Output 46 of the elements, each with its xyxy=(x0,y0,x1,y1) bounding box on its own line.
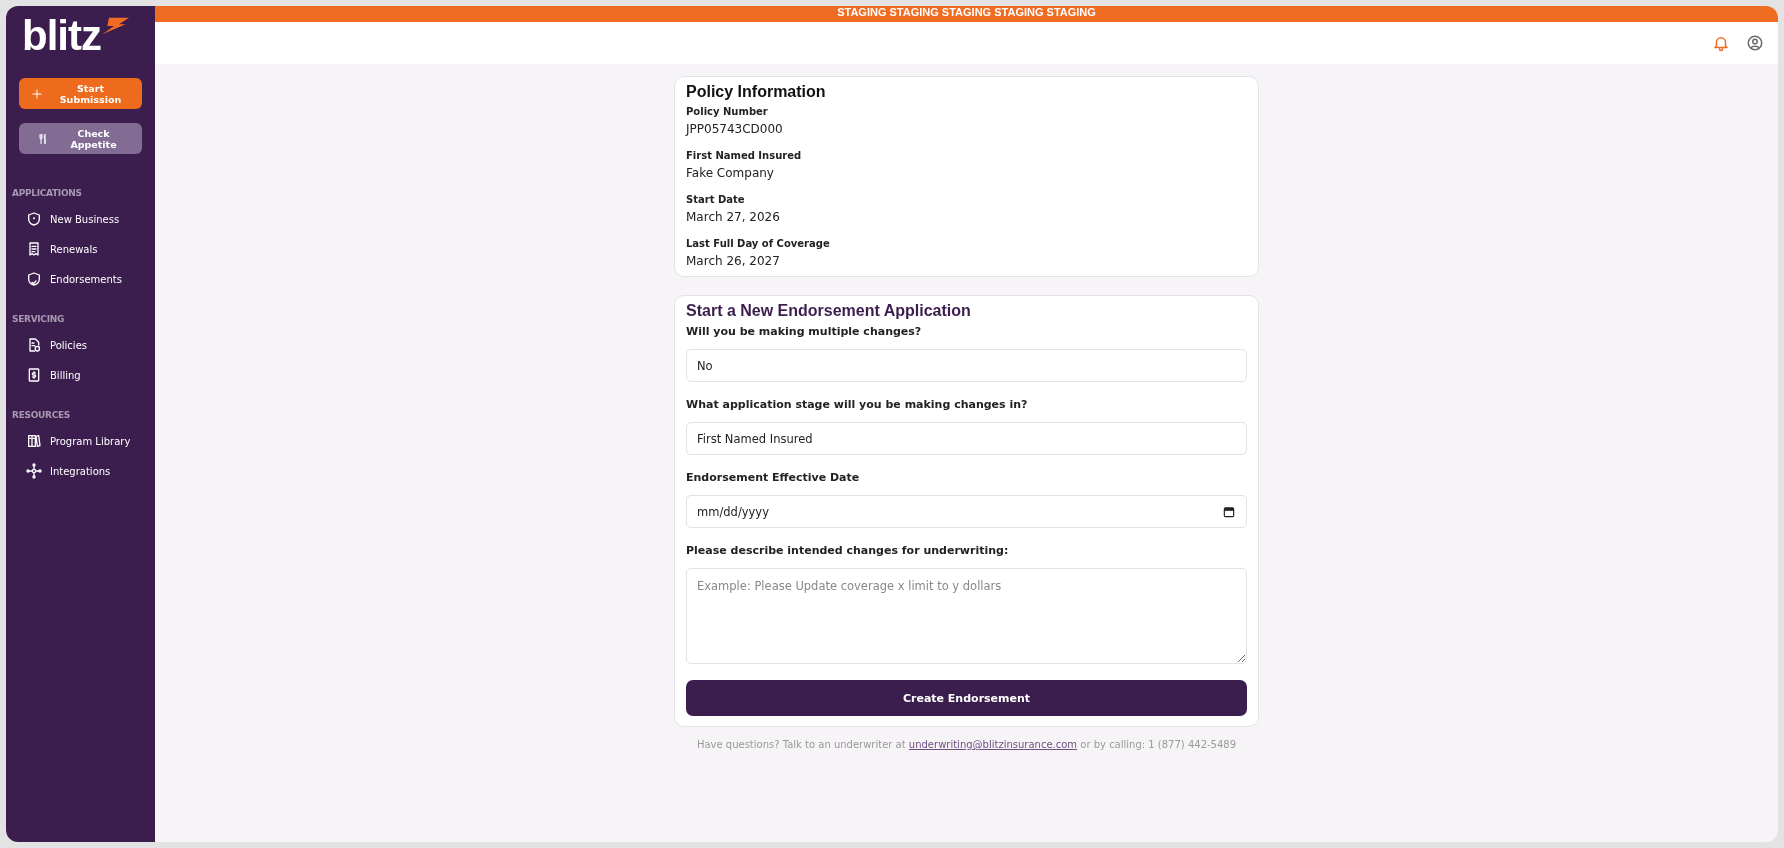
nav-item[interactable]: Endorsements xyxy=(6,264,155,294)
calendar-icon xyxy=(1222,504,1236,519)
nav-item[interactable]: Policies xyxy=(6,330,155,360)
books-icon xyxy=(26,433,42,449)
card-title: Start a New Endorsement Application xyxy=(686,302,972,320)
bell-icon xyxy=(1712,34,1730,52)
user-circle-icon xyxy=(1746,34,1764,52)
card-title: Policy Information xyxy=(686,83,827,101)
nav-item[interactable]: Billing xyxy=(6,360,155,390)
nav-item[interactable]: Program Library xyxy=(6,426,155,456)
document-icon xyxy=(26,337,42,353)
select-field[interactable]: No xyxy=(686,349,1247,382)
field-value: Fake Company xyxy=(686,166,775,180)
select-field[interactable]: First Named Insured xyxy=(686,422,1247,455)
receipt-icon xyxy=(26,241,42,257)
field-label: Start Date xyxy=(686,194,746,205)
shield-icon xyxy=(26,211,42,227)
nav-item[interactable]: Integrations xyxy=(6,456,155,486)
blitz-logo: blitz xyxy=(22,16,144,56)
dollar-document-icon xyxy=(26,367,42,383)
plus-icon xyxy=(31,87,43,100)
network-icon xyxy=(26,463,42,479)
field-label: First Named Insured xyxy=(686,150,803,161)
create-endorsement-button[interactable]: Create Endorsement xyxy=(686,680,1247,716)
section-heading: RESOURCES xyxy=(12,410,71,420)
field-value: March 26, 2027 xyxy=(686,254,781,268)
fork-knife-icon xyxy=(37,132,49,145)
nav-item[interactable]: New Business xyxy=(6,204,155,234)
staging-banner: STAGING STAGING STAGING STAGING STAGING xyxy=(155,6,1778,22)
section-heading: APPLICATIONS xyxy=(12,188,83,198)
field-label: Endorsement Effective Date xyxy=(686,471,861,484)
field-label: Policy Number xyxy=(686,106,769,117)
nav-item[interactable]: Renewals xyxy=(6,234,155,264)
field-label: Please describe intended changes for underwriting: xyxy=(686,544,1010,557)
text-area[interactable]: Example: Please Update coverage x limit to y dollars xyxy=(686,568,1247,664)
field-label: Will you be making multiple changes? xyxy=(686,325,923,338)
shield-check-icon xyxy=(26,271,42,287)
section-heading: SERVICING xyxy=(12,314,66,324)
check-appetite-button[interactable]: Check Appetite xyxy=(19,123,142,154)
email-link[interactable]: underwriting@blitzinsurance.com xyxy=(908,739,1078,750)
footer-text: Have questions? Talk to an underwriter at underwriting@blitzinsurance.com or by calling: 1 (877) 442-5489 xyxy=(696,739,1237,750)
date-field[interactable]: mm/dd/yyyy xyxy=(686,495,1247,528)
field-label: Last Full Day of Coverage xyxy=(686,238,831,249)
field-label: What application stage will you be making changes in? xyxy=(686,398,1029,411)
field-value: March 27, 2026 xyxy=(686,210,781,224)
field-value: JPP05743CD000 xyxy=(686,122,784,136)
